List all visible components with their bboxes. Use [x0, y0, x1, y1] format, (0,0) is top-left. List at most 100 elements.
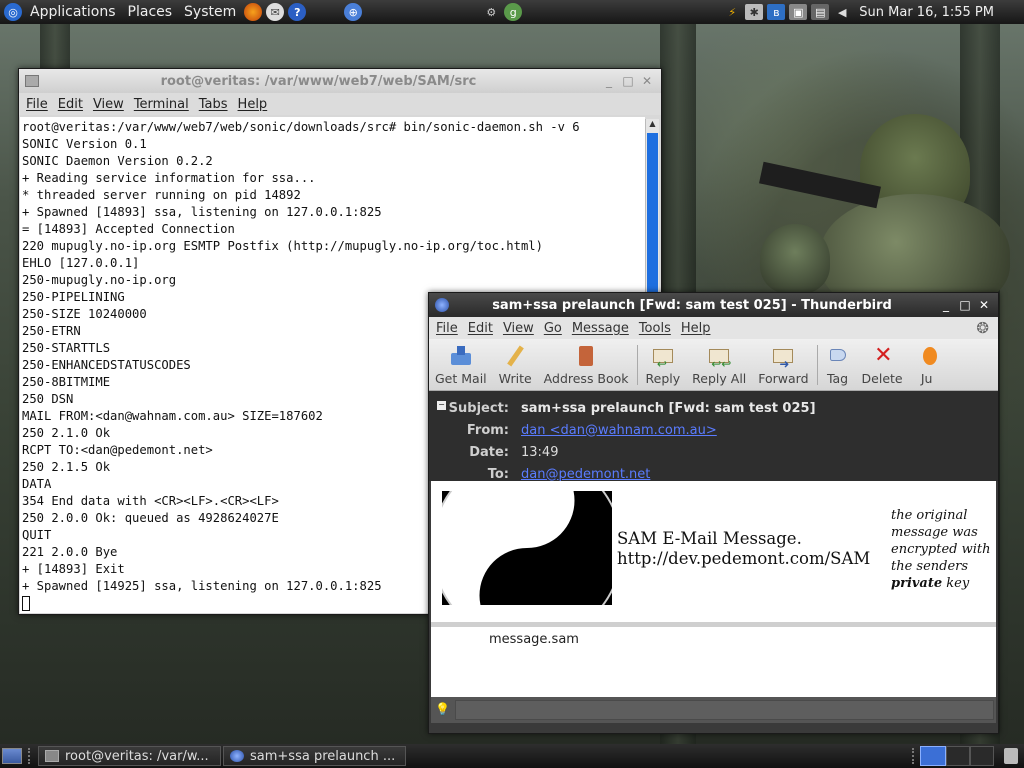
reply-all-label: Reply All — [692, 371, 747, 386]
clock[interactable]: Sun Mar 16, 1:55 PM — [853, 5, 1024, 20]
tb-menu-help[interactable]: Help — [676, 321, 716, 336]
scroll-up-icon[interactable]: ▲ — [646, 119, 659, 132]
note-line: key — [942, 576, 970, 591]
address-book-button[interactable]: Address Book — [538, 345, 635, 386]
terminal-line: + Reading service information for ssa... — [22, 171, 316, 185]
reply-all-button[interactable]: ↩↩ Reply All — [686, 345, 752, 386]
message-headers: − Subject: sam+ssa prelaunch [Fwd: sam te… — [429, 391, 998, 482]
tag-label: Tag — [826, 371, 849, 386]
terminal-menu-view[interactable]: View — [88, 97, 129, 112]
workspace-1[interactable] — [920, 746, 946, 766]
terminal-line: * threaded server running on pid 14892 — [22, 188, 301, 202]
delete-icon: ✕ — [874, 343, 893, 368]
terminal-line: root@veritas:/var/www/web7/web/sonic/dow… — [22, 120, 580, 134]
workspace-switcher[interactable] — [920, 746, 996, 766]
tb-menu-message[interactable]: Message — [567, 321, 634, 336]
close-icon[interactable]: ✕ — [976, 298, 992, 312]
task-thunderbird[interactable]: sam+ssa prelaunch ... — [223, 746, 406, 766]
toolbar-separator — [636, 345, 638, 385]
junk-button[interactable]: Ju — [909, 345, 945, 386]
bottom-panel: root@veritas: /var/w... sam+ssa prelaunc… — [0, 744, 1024, 768]
forward-button[interactable]: ➜ Forward — [752, 345, 814, 386]
terminal-line: SONIC Daemon Version 0.2.2 — [22, 154, 213, 168]
task-thunderbird-label: sam+ssa prelaunch ... — [250, 748, 396, 764]
bluetooth-icon[interactable]: ʙ — [767, 4, 786, 20]
to-label: To: — [487, 466, 509, 482]
message-body[interactable]: SAM E-Mail Message. http://dev.pedemont.… — [431, 481, 996, 627]
network-launcher-icon[interactable]: ⊕ — [344, 3, 363, 21]
tag-button[interactable]: Tag — [820, 345, 856, 386]
forward-icon: ➜ — [771, 345, 795, 371]
thunderbird-toolbar: Get Mail Write Address Book ↩ Reply ↩↩ R… — [429, 339, 998, 391]
mail-launcher-icon[interactable]: ✉ — [266, 3, 285, 21]
terminal-menu-file[interactable]: File — [21, 97, 53, 112]
minimize-icon[interactable]: _ — [601, 74, 617, 88]
terminal-task-icon — [45, 750, 59, 762]
close-icon[interactable]: ✕ — [639, 74, 655, 88]
trash-icon[interactable] — [1004, 748, 1018, 764]
maximize-icon[interactable]: □ — [620, 74, 636, 88]
reply-label: Reply — [645, 371, 681, 386]
terminal-line: SONIC Version 0.1 — [22, 137, 147, 151]
junk-label: Ju — [920, 371, 933, 386]
menu-places[interactable]: Places — [122, 4, 179, 20]
firefox-launcher-icon[interactable] — [244, 3, 263, 21]
note-line: the senders — [891, 559, 969, 574]
write-button[interactable]: Write — [493, 345, 538, 386]
activity-throbber-icon: ❂ — [976, 319, 989, 337]
updates-icon[interactable]: ⚡ — [723, 4, 741, 20]
tb-menu-tools[interactable]: Tools — [634, 321, 676, 336]
workspace-2[interactable] — [946, 746, 970, 766]
tb-menu-edit[interactable]: Edit — [463, 321, 498, 336]
volume-icon[interactable]: ◀ — [833, 4, 851, 20]
tb-menu-file[interactable]: File — [431, 321, 463, 336]
subject-value: sam+ssa prelaunch [Fwd: sam test 025] — [521, 400, 816, 416]
to-link[interactable]: dan@pedemont.net — [521, 467, 650, 482]
workspace-3[interactable] — [970, 746, 994, 766]
from-link[interactable]: dan <dan@wahnam.com.au> — [521, 423, 717, 438]
star-icon[interactable]: ✱ — [745, 4, 764, 20]
task-terminal-label: root@veritas: /var/w... — [65, 748, 209, 764]
network-icon[interactable]: ▣ — [789, 4, 808, 20]
thunderbird-menubar: File Edit View Go Message Tools Help ❂ — [429, 317, 998, 339]
reply-button[interactable]: ↩ Reply — [640, 345, 687, 386]
thunderbird-window: sam+ssa prelaunch [Fwd: sam test 025] - … — [428, 292, 999, 734]
maximize-icon[interactable]: □ — [957, 298, 973, 312]
panel-handle — [28, 748, 34, 764]
help-launcher-icon[interactable]: ? — [288, 3, 307, 21]
terminal-cursor — [22, 596, 30, 611]
get-mail-button[interactable]: Get Mail — [429, 345, 493, 386]
address-book-label: Address Book — [543, 371, 629, 386]
date-value: 13:49 — [521, 444, 559, 460]
terminal-menu-help[interactable]: Help — [233, 97, 273, 112]
terminal-menu-terminal[interactable]: Terminal — [129, 97, 194, 112]
display-icon[interactable]: ▤ — [811, 4, 830, 20]
tb-menu-go[interactable]: Go — [539, 321, 567, 336]
tb-menu-view[interactable]: View — [498, 321, 539, 336]
tag-icon — [826, 345, 850, 367]
terminal-title: root@veritas: /var/www/web7/web/SAM/src — [160, 73, 477, 89]
menu-applications[interactable]: Applications — [24, 4, 122, 20]
task-terminal[interactable]: root@veritas: /var/w... — [38, 746, 221, 766]
green-app-icon[interactable]: g — [504, 3, 523, 21]
address-book-icon — [574, 345, 598, 367]
thunderbird-title: sam+ssa prelaunch [Fwd: sam test 025] - … — [492, 297, 892, 313]
minimize-icon[interactable]: _ — [938, 298, 954, 312]
collapse-headers-icon[interactable]: − — [437, 401, 446, 410]
thunderbird-titlebar[interactable]: sam+ssa prelaunch [Fwd: sam test 025] - … — [429, 293, 998, 317]
attachment-item[interactable]: message.sam — [489, 632, 579, 647]
delete-button[interactable]: ✕ Delete — [856, 343, 909, 386]
terminal-menu-tabs[interactable]: Tabs — [194, 97, 233, 112]
terminal-menu-edit[interactable]: Edit — [53, 97, 88, 112]
terminal-app-icon — [25, 75, 39, 87]
show-desktop-icon[interactable] — [2, 748, 22, 764]
reply-all-icon: ↩↩ — [707, 345, 731, 371]
lightbulb-icon: 💡 — [435, 702, 450, 716]
distro-logo-icon[interactable]: ◎ — [4, 3, 22, 21]
note-line: encrypted with — [891, 542, 991, 557]
tool-launcher-icon[interactable]: ⚙ — [482, 3, 500, 21]
menu-system[interactable]: System — [178, 4, 242, 20]
terminal-line: = [14893] Accepted Connection — [22, 222, 235, 236]
encryption-note: the original message was encrypted with … — [891, 507, 990, 592]
terminal-titlebar[interactable]: root@veritas: /var/www/web7/web/SAM/src … — [19, 69, 661, 93]
